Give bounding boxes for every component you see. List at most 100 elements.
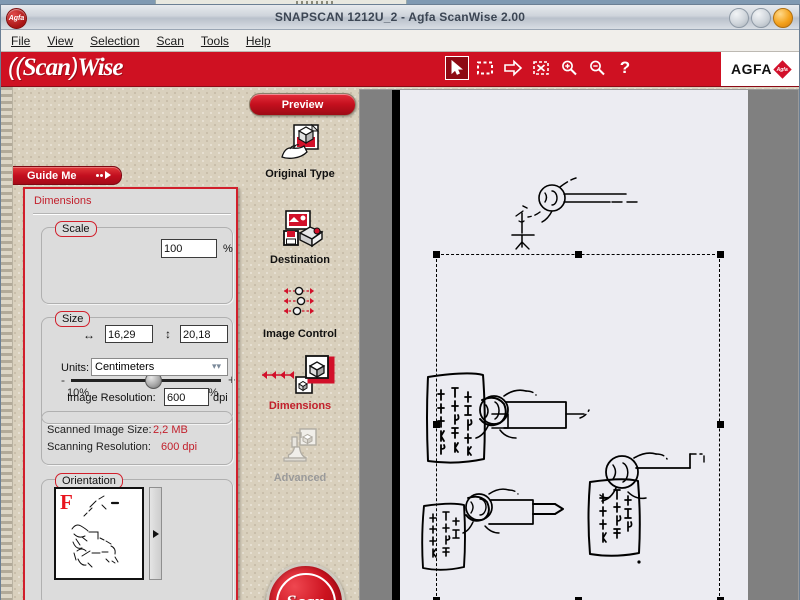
clear-selection-tool-button[interactable] [529, 56, 553, 80]
selection-handle-top-center[interactable] [575, 251, 582, 258]
units-value: Centimeters [95, 361, 155, 373]
menu-selection-label: Selection [90, 33, 140, 48]
pointer-icon [451, 60, 463, 75]
orientation-marker: F [60, 490, 73, 514]
sidebar-item-original-type-label: Original Type [265, 168, 335, 180]
selection-handle-top-left[interactable] [433, 251, 440, 258]
menu-selection[interactable]: Selection [90, 34, 139, 48]
menu-view[interactable]: View [47, 34, 73, 48]
scale-value-input[interactable]: 100 [161, 239, 217, 258]
sidebar-item-destination-label: Destination [270, 254, 330, 266]
scanning-resolution-label: Scanning Resolution: [47, 441, 151, 453]
width-arrow-icon: ↔ [83, 328, 95, 342]
menu-tools[interactable]: Tools [201, 34, 229, 48]
body-area: Guide Me Dimensions Scale 100 % - + 10% [1, 87, 799, 600]
window-controls [729, 8, 793, 28]
menu-help[interactable]: Help [246, 34, 271, 48]
advanced-icon [244, 427, 356, 469]
dimensions-icon [244, 355, 356, 397]
menu-scan[interactable]: Scan [157, 34, 184, 48]
logo-paren-open: (( [8, 53, 24, 81]
navigation-column: Preview Original Type Destination Image … [244, 87, 356, 600]
info-group [41, 411, 233, 465]
panel-divider [33, 213, 231, 215]
minimize-button[interactable] [729, 8, 749, 28]
size-legend: Size [55, 311, 91, 327]
close-button[interactable] [773, 8, 793, 28]
sidebar-item-dimensions-label: Dimensions [268, 400, 332, 412]
brand-banner: ((Scan)Wise ? AGFA Agfa [1, 52, 799, 87]
height-arrow-icon: ↕ [165, 327, 171, 341]
clear-selection-icon [533, 61, 549, 75]
image-control-icon [244, 283, 356, 325]
menu-tools-label: Tools [200, 33, 229, 48]
zoom-in-icon [562, 60, 577, 76]
menu-file-label: File [11, 33, 31, 48]
pointer-tool-button[interactable] [445, 56, 469, 80]
scanned-size-label: Scanned Image Size: [47, 424, 152, 436]
orientation-rotate-button[interactable] [149, 487, 162, 580]
help-icon: ? [619, 58, 631, 77]
scan-button[interactable]: Scan [266, 563, 345, 600]
resolution-unit-label: dpi [213, 392, 228, 404]
scan-edge-band-left [392, 90, 400, 600]
menu-bar: File View Selection Scan Tools Help [1, 30, 799, 52]
selection-handle-middle-left[interactable] [433, 421, 440, 428]
scan-button-ring: Scan [275, 572, 336, 600]
sidebar-item-image-control-label: Image Control [263, 328, 337, 340]
scanwise-logo: ((Scan)Wise [8, 53, 123, 82]
panel-title: Dimensions [34, 195, 92, 207]
preview-button-label: Preview [281, 98, 324, 111]
toolbar: ? [445, 56, 637, 80]
sidebar-item-destination[interactable]: Destination [244, 209, 356, 266]
menu-view-label: View [47, 33, 74, 48]
sidebar-item-original-type[interactable]: Original Type [244, 123, 356, 180]
units-label: Units: [61, 362, 90, 374]
agfa-logo: AGFA Agfa [721, 52, 799, 86]
original-type-icon [244, 123, 356, 165]
scanned-sheet [392, 90, 748, 600]
menu-scan-label: Scan [156, 33, 184, 48]
title-bar: Agfa SNAPSCAN 1212U_2 - Agfa ScanWise 2.… [1, 5, 799, 30]
agfa-diamond-icon: Agfa [773, 59, 792, 79]
rotate-right-icon [152, 529, 159, 538]
menu-file[interactable]: File [11, 34, 30, 48]
scan-button-label: Scan [286, 592, 325, 600]
sidebar-item-image-control[interactable]: Image Control [244, 283, 356, 340]
selection-handle-top-right[interactable] [717, 251, 724, 258]
scale-legend: Scale [55, 221, 97, 237]
arrow-right-tool-button[interactable] [501, 56, 525, 80]
orientation-preview: F [54, 487, 144, 580]
resolution-input[interactable]: 600 [164, 388, 209, 406]
menu-help-label: Help [245, 33, 271, 48]
app-icon: Agfa [6, 8, 27, 29]
selection-handle-middle-right[interactable] [717, 421, 724, 428]
zoom-in-tool-button[interactable] [557, 56, 581, 80]
left-rail [1, 87, 13, 600]
maximize-button[interactable] [751, 8, 771, 28]
sidebar-item-dimensions[interactable]: Dimensions [244, 355, 356, 412]
selection-rectangle[interactable] [436, 254, 720, 600]
resolution-label: Image Resolution: [67, 392, 156, 404]
agfa-text: AGFA [731, 61, 772, 77]
height-input[interactable]: 20,18 [180, 325, 228, 343]
guide-me-arrow-icon [96, 171, 111, 179]
arrow-right-icon [504, 59, 523, 77]
zoom-out-icon [590, 60, 605, 76]
help-tool-button[interactable]: ? [613, 56, 637, 80]
main-window: Agfa SNAPSCAN 1212U_2 - Agfa ScanWise 2.… [0, 4, 800, 600]
scanned-size-value: 2,2 MB [153, 424, 188, 436]
units-select[interactable]: Centimeters ▾▾ [91, 358, 228, 376]
logo-wise: Wise [77, 54, 123, 81]
preview-button[interactable]: Preview [249, 93, 356, 116]
app-root: Agfa SNAPSCAN 1212U_2 - Agfa ScanWise 2.… [0, 0, 800, 600]
sidebar-item-advanced[interactable]: Advanced [244, 427, 356, 484]
width-input[interactable]: 16,29 [105, 325, 153, 343]
guide-me-button[interactable]: Guide Me [13, 166, 122, 185]
marquee-select-tool-button[interactable] [473, 56, 497, 80]
scanning-resolution-value: 600 dpi [161, 441, 198, 453]
zoom-out-tool-button[interactable] [585, 56, 609, 80]
window-title: SNAPSCAN 1212U_2 - Agfa ScanWise 2.00 [274, 10, 526, 24]
logo-scan: Scan [22, 54, 71, 81]
preview-area[interactable] [359, 89, 799, 600]
